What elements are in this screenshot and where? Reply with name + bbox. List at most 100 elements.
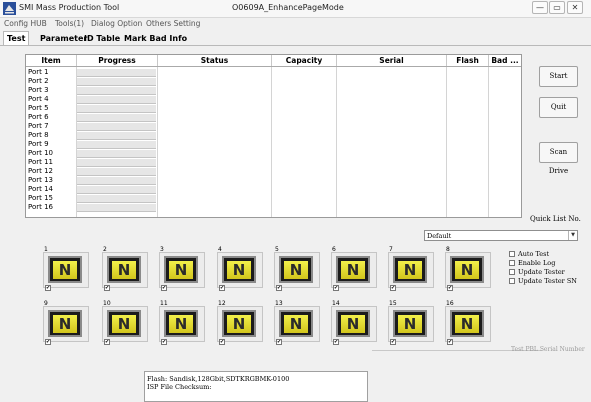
table-row[interactable]: Port 7	[26, 122, 521, 131]
port-slot[interactable]: 6 N ✔	[331, 246, 379, 292]
column-header-item[interactable]: Item	[26, 55, 77, 66]
slot-status-button[interactable]: N	[48, 310, 82, 337]
column-header-progress[interactable]: Progress	[77, 55, 158, 66]
table-row[interactable]: Port 15	[26, 194, 521, 203]
tab-test[interactable]: Test	[3, 31, 30, 45]
slot-checkbox[interactable]: ✔	[45, 285, 51, 291]
close-button[interactable]: ✕	[567, 1, 583, 14]
tab-id-table[interactable]: ID Table	[80, 31, 124, 45]
port-slot[interactable]: 4 N ✔	[217, 246, 265, 292]
slot-status-indicator: N	[284, 261, 308, 279]
table-row[interactable]: Port 14	[26, 185, 521, 194]
slot-checkbox[interactable]: ✔	[161, 339, 167, 345]
app-title: SMI Mass Production Tool	[19, 3, 120, 12]
port-slot[interactable]: 9 N ✔	[43, 300, 91, 346]
progress-bar	[77, 96, 156, 104]
port-slot[interactable]: 3 N ✔	[159, 246, 207, 292]
menu-tools[interactable]: Tools(1)	[55, 19, 84, 28]
table-row[interactable]: Port 16	[26, 203, 521, 212]
option-label: Enable Log	[518, 259, 556, 267]
checkbox-box[interactable]	[509, 278, 515, 284]
slot-checkbox[interactable]: ✔	[219, 285, 225, 291]
table-row[interactable]: Port 3	[26, 86, 521, 95]
column-header-flash[interactable]: Flash	[447, 55, 489, 66]
maximize-button[interactable]: ▭	[549, 1, 565, 14]
column-header-bad[interactable]: Bad ...	[489, 55, 521, 66]
column-header-status[interactable]: Status	[158, 55, 272, 66]
port-slot[interactable]: 2 N ✔	[102, 246, 150, 292]
slot-status-button[interactable]: N	[107, 256, 141, 283]
slot-checkbox[interactable]: ✔	[447, 285, 453, 291]
slot-checkbox[interactable]: ✔	[333, 339, 339, 345]
log-box[interactable]: Flash: Sandisk,128Gbit,SDTKRGBMK-0100 IS…	[144, 371, 368, 402]
slot-checkbox[interactable]: ✔	[161, 285, 167, 291]
table-row[interactable]: Port 9	[26, 140, 521, 149]
slot-status-button[interactable]: N	[393, 256, 427, 283]
slot-frame: N	[445, 252, 491, 288]
slot-checkbox[interactable]: ✔	[390, 285, 396, 291]
port-slot[interactable]: 7 N ✔	[388, 246, 436, 292]
slot-status-button[interactable]: N	[336, 310, 370, 337]
slot-status-button[interactable]: N	[279, 310, 313, 337]
quit-button[interactable]: Quit	[539, 97, 578, 118]
table-row[interactable]: Port 5	[26, 104, 521, 113]
slot-status-button[interactable]: N	[393, 310, 427, 337]
port-slot[interactable]: 5 N ✔	[274, 246, 322, 292]
port-table[interactable]: Item Progress Status Capacity Serial Fla…	[25, 54, 522, 218]
port-slot[interactable]: 16 N ✔	[445, 300, 493, 346]
slot-frame: N	[217, 306, 263, 342]
menu-config-hub[interactable]: Config HUB	[4, 19, 47, 28]
slot-status-button[interactable]: N	[164, 256, 198, 283]
port-slot[interactable]: 10 N ✔	[102, 300, 150, 346]
slot-status-button[interactable]: N	[107, 310, 141, 337]
slot-checkbox[interactable]: ✔	[333, 285, 339, 291]
table-row[interactable]: Port 12	[26, 167, 521, 176]
slot-checkbox[interactable]: ✔	[104, 285, 110, 291]
menu-others-setting[interactable]: Others Setting	[146, 19, 200, 28]
port-slot[interactable]: 12 N ✔	[217, 300, 265, 346]
table-row[interactable]: Port 8	[26, 131, 521, 140]
checkbox-box[interactable]	[509, 251, 515, 257]
slot-checkbox[interactable]: ✔	[276, 339, 282, 345]
table-row[interactable]: Port 10	[26, 149, 521, 158]
port-label: Port 4	[28, 95, 49, 103]
table-row[interactable]: Port 4	[26, 95, 521, 104]
table-row[interactable]: Port 2	[26, 77, 521, 86]
slot-checkbox[interactable]: ✔	[219, 339, 225, 345]
column-header-serial[interactable]: Serial	[337, 55, 447, 66]
table-row[interactable]: Port 11	[26, 158, 521, 167]
slot-checkbox[interactable]: ✔	[104, 339, 110, 345]
port-slot[interactable]: 8 N ✔	[445, 246, 493, 292]
minimize-button[interactable]: —	[532, 1, 548, 14]
tab-mark-bad-info[interactable]: Mark Bad Info	[120, 31, 191, 45]
start-button[interactable]: Start	[539, 66, 578, 87]
slot-status-button[interactable]: N	[450, 310, 484, 337]
scan-drive-button[interactable]: Scan Drive	[539, 142, 578, 175]
slot-checkbox[interactable]: ✔	[276, 285, 282, 291]
slot-status-button[interactable]: N	[164, 310, 198, 337]
slot-status-button[interactable]: N	[279, 256, 313, 283]
slot-status-button[interactable]: N	[450, 256, 484, 283]
slot-status-button[interactable]: N	[222, 310, 256, 337]
checkbox-box[interactable]	[509, 269, 515, 275]
table-row[interactable]: Port 13	[26, 176, 521, 185]
table-row[interactable]: Port 6	[26, 113, 521, 122]
column-header-capacity[interactable]: Capacity	[272, 55, 337, 66]
slot-status-button[interactable]: N	[336, 256, 370, 283]
port-slot[interactable]: 13 N ✔	[274, 300, 322, 346]
port-slot[interactable]: 15 N ✔	[388, 300, 436, 346]
slot-status-button[interactable]: N	[222, 256, 256, 283]
checkbox-box[interactable]	[509, 260, 515, 266]
port-slot[interactable]: 1 N ✔	[43, 246, 91, 292]
port-slot[interactable]: 14 N ✔	[331, 300, 379, 346]
slot-checkbox[interactable]: ✔	[447, 339, 453, 345]
slot-status-indicator: N	[53, 261, 77, 279]
slot-checkbox[interactable]: ✔	[45, 339, 51, 345]
menu-dialog-option[interactable]: Dialog Option	[91, 19, 142, 28]
quick-list-select[interactable]: Default ▼	[424, 230, 578, 241]
table-row[interactable]: Port 1	[26, 68, 521, 77]
chevron-down-icon[interactable]: ▼	[568, 231, 577, 240]
slot-status-button[interactable]: N	[48, 256, 82, 283]
port-slot[interactable]: 11 N ✔	[159, 300, 207, 346]
slot-checkbox[interactable]: ✔	[390, 339, 396, 345]
